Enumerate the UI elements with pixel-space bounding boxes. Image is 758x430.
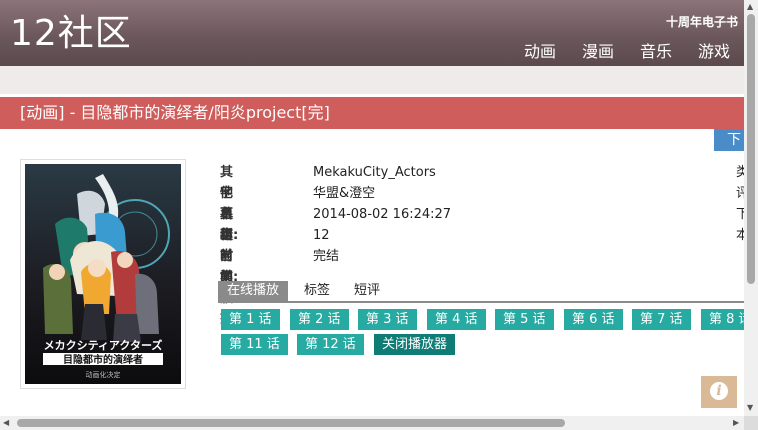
scroll-right-arrow-icon[interactable]: ▶ bbox=[733, 419, 739, 427]
episode-button-7[interactable]: 第 7 话 bbox=[632, 309, 691, 330]
detail-tabs: 在线播放 标签 短评 bbox=[218, 281, 744, 303]
scroll-down-arrow-icon[interactable]: ▼ bbox=[747, 404, 753, 412]
info-value: 完结 bbox=[313, 249, 340, 264]
sub-bar bbox=[0, 66, 744, 94]
episode-button-5[interactable]: 第 5 话 bbox=[495, 309, 554, 330]
nav-manga[interactable]: 漫画 bbox=[582, 38, 614, 62]
cover-art-title: メカクシティアクターズ bbox=[44, 338, 163, 352]
episode-button-8[interactable]: 第 8 话 bbox=[701, 309, 744, 330]
right-info-item: 本 bbox=[736, 228, 744, 243]
episode-button-3[interactable]: 第 3 话 bbox=[358, 309, 417, 330]
episode-button-1[interactable]: 第 1 话 bbox=[221, 309, 280, 330]
scroll-up-arrow-icon[interactable]: ▲ bbox=[747, 3, 753, 11]
tab-tags[interactable]: 标签 bbox=[304, 281, 330, 301]
cover-image: メカクシティアクターズ 目隐都市的演绎者 动画化决定 bbox=[20, 159, 186, 389]
info-button[interactable]: i bbox=[701, 376, 737, 408]
episode-button-2[interactable]: 第 2 话 bbox=[290, 309, 349, 330]
site-logo[interactable]: 12社区 bbox=[10, 14, 132, 54]
page-title: [动画] - 目隐都市的演绎者/阳炎project[完] bbox=[0, 97, 744, 129]
episode-button-11[interactable]: 第 11 话 bbox=[221, 334, 288, 355]
horizontal-scroll-thumb[interactable] bbox=[17, 419, 565, 427]
episode-button-4[interactable]: 第 4 话 bbox=[427, 309, 486, 330]
vertical-scrollbar[interactable]: ▲ ▼ bbox=[744, 0, 758, 416]
vertical-scroll-thumb[interactable] bbox=[747, 14, 755, 284]
right-info-item: 类 bbox=[736, 165, 744, 180]
tab-online-play[interactable]: 在线播放 bbox=[218, 281, 289, 301]
close-player-button[interactable]: 关闭播放器 bbox=[374, 334, 456, 355]
horizontal-scrollbar[interactable]: ◀ ▶ bbox=[0, 416, 744, 430]
info-value: 华盟&澄空 bbox=[313, 186, 376, 201]
main-nav: 动画 漫画 音乐 游戏 bbox=[524, 38, 730, 62]
scroll-left-arrow-icon[interactable]: ◀ bbox=[3, 419, 9, 427]
cover-art-credit: 动画化决定 bbox=[86, 370, 121, 379]
info-icon: i bbox=[710, 382, 728, 400]
right-info-item: 评 bbox=[736, 186, 744, 201]
cover-art-subtitle: 目隐都市的演绎者 bbox=[63, 353, 143, 366]
info-value: 2014-08-02 16:24:27 bbox=[313, 207, 452, 222]
info-value: MekakuCity_Actors bbox=[313, 165, 436, 180]
episode-button-12[interactable]: 第 12 话 bbox=[297, 334, 364, 355]
right-info-column: 类 评 下 本 bbox=[736, 162, 744, 246]
tab-short-review[interactable]: 短评 bbox=[354, 281, 380, 301]
download-button[interactable]: 下 bbox=[714, 129, 744, 151]
nav-anime[interactable]: 动画 bbox=[524, 38, 556, 62]
nav-music[interactable]: 音乐 bbox=[640, 38, 672, 62]
promo-link[interactable]: 十周年电子书 bbox=[666, 13, 738, 30]
right-info-item: 下 bbox=[736, 207, 744, 222]
episode-button-6[interactable]: 第 6 话 bbox=[564, 309, 623, 330]
scrollbar-corner bbox=[744, 416, 758, 430]
info-value: 12 bbox=[313, 228, 330, 243]
nav-games[interactable]: 游戏 bbox=[698, 38, 730, 62]
site-header: 12社区 十周年电子书 动画 漫画 音乐 游戏 bbox=[0, 0, 744, 66]
